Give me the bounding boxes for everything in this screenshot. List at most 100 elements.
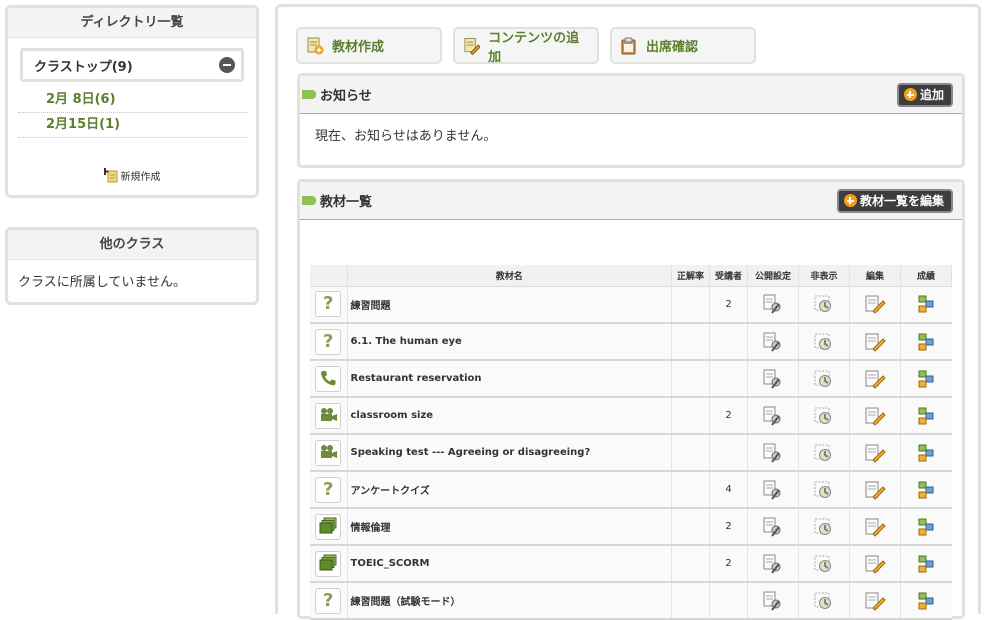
publish-settings-cell[interactable] (747, 323, 799, 361)
date-item[interactable]: 2月 8日(6) (18, 88, 248, 113)
publish-settings-cell[interactable] (747, 286, 799, 324)
material-name-link[interactable]: 練習問題 (347, 286, 672, 324)
grades-cell[interactable] (900, 508, 952, 546)
collapse-minus-icon[interactable] (219, 57, 235, 73)
grades-chart-icon[interactable] (915, 443, 937, 463)
publish-settings-icon[interactable] (762, 443, 784, 463)
hide-cell[interactable] (798, 508, 850, 546)
publish-settings-cell[interactable] (747, 471, 799, 509)
publish-settings-icon[interactable] (762, 369, 784, 389)
edit-materials-button[interactable]: 教材一覧を編集 (836, 188, 953, 213)
publish-settings-cell[interactable] (747, 434, 799, 472)
grades-chart-icon[interactable] (915, 591, 937, 611)
edit-pencil-icon[interactable] (864, 406, 886, 426)
material-name-link[interactable]: TOEIC_SCORM (347, 545, 672, 583)
publish-settings-cell[interactable] (747, 545, 799, 583)
publish-settings-icon[interactable] (762, 480, 784, 500)
edit-pencil-icon[interactable] (864, 332, 886, 352)
grades-chart-icon[interactable] (915, 480, 937, 500)
publish-settings-icon[interactable] (762, 591, 784, 611)
table-row[interactable]: ? 練習問題（試験モード） (310, 582, 952, 620)
hide-toggle-icon[interactable] (813, 369, 835, 389)
add-notice-button[interactable]: 追加 (896, 82, 953, 107)
add-content-button[interactable]: コンテンツの追加 (453, 27, 599, 65)
edit-pencil-icon[interactable] (864, 554, 886, 574)
edit-pencil-icon[interactable] (864, 294, 886, 314)
material-name-link[interactable]: 情報倫理 (347, 508, 672, 546)
edit-pencil-icon[interactable] (864, 480, 886, 500)
create-material-button[interactable]: 教材作成 (296, 27, 442, 64)
grades-chart-icon[interactable] (915, 517, 937, 537)
grades-cell[interactable] (900, 286, 952, 324)
publish-settings-icon[interactable] (762, 406, 784, 426)
grades-chart-icon[interactable] (915, 369, 937, 389)
material-name-link[interactable]: 6.1. The human eye (347, 323, 672, 361)
edit-cell[interactable] (849, 397, 901, 435)
grades-chart-icon[interactable] (915, 332, 937, 352)
edit-pencil-icon[interactable] (864, 591, 886, 611)
grades-chart-icon[interactable] (915, 406, 937, 426)
hide-toggle-icon[interactable] (813, 332, 835, 352)
hide-cell[interactable] (798, 323, 850, 361)
hide-cell[interactable] (798, 434, 850, 472)
edit-pencil-icon[interactable] (864, 369, 886, 389)
publish-settings-icon[interactable] (762, 332, 784, 352)
edit-cell[interactable] (849, 582, 901, 620)
table-row[interactable]: Restaurant reservation (310, 360, 952, 398)
grades-cell[interactable] (900, 582, 952, 620)
publish-settings-cell[interactable] (747, 397, 799, 435)
material-name-link[interactable]: Restaurant reservation (347, 360, 672, 398)
class-top-item[interactable]: クラストップ(9) (20, 48, 244, 82)
table-row[interactable]: Speaking test --- Agreeing or disagreein… (310, 434, 952, 472)
edit-cell[interactable] (849, 286, 901, 324)
hide-toggle-icon[interactable] (813, 406, 835, 426)
material-name-link[interactable]: classroom size (347, 397, 672, 435)
publish-settings-icon[interactable] (762, 554, 784, 574)
grades-cell[interactable] (900, 397, 952, 435)
table-row[interactable]: ? 6.1. The human eye (310, 323, 952, 361)
table-row[interactable]: classroom size 2 (310, 397, 952, 435)
publish-settings-cell[interactable] (747, 360, 799, 398)
hide-toggle-icon[interactable] (813, 591, 835, 611)
hide-toggle-icon[interactable] (813, 443, 835, 463)
edit-cell[interactable] (849, 471, 901, 509)
hide-cell[interactable] (798, 471, 850, 509)
edit-pencil-icon[interactable] (864, 443, 886, 463)
table-row[interactable]: ? アンケートクイズ 4 (310, 471, 952, 509)
hide-toggle-icon[interactable] (813, 554, 835, 574)
hide-cell[interactable] (798, 582, 850, 620)
publish-settings-cell[interactable] (747, 582, 799, 620)
publish-settings-icon[interactable] (762, 517, 784, 537)
grades-cell[interactable] (900, 471, 952, 509)
table-row[interactable]: ? 練習問題 2 (310, 286, 952, 324)
grades-cell[interactable] (900, 434, 952, 472)
publish-settings-cell[interactable] (747, 508, 799, 546)
table-row[interactable]: TOEIC_SCORM 2 (310, 545, 952, 583)
grades-cell[interactable] (900, 360, 952, 398)
grades-cell[interactable] (900, 323, 952, 361)
grades-chart-icon[interactable] (915, 554, 937, 574)
attendance-button[interactable]: 出席確認 (610, 27, 756, 64)
hide-cell[interactable] (798, 286, 850, 324)
new-create-link[interactable]: 新規作成 (8, 168, 256, 183)
table-row[interactable]: 情報倫理 2 (310, 508, 952, 546)
hide-toggle-icon[interactable] (813, 480, 835, 500)
edit-cell[interactable] (849, 434, 901, 472)
hide-toggle-icon[interactable] (813, 294, 835, 314)
date-item[interactable]: 2月15日(1) (18, 113, 248, 138)
edit-cell[interactable] (849, 323, 901, 361)
hide-cell[interactable] (798, 397, 850, 435)
edit-cell[interactable] (849, 360, 901, 398)
grades-chart-icon[interactable] (915, 294, 937, 314)
hide-cell[interactable] (798, 360, 850, 398)
material-name-link[interactable]: アンケートクイズ (347, 471, 672, 509)
edit-cell[interactable] (849, 545, 901, 583)
hide-toggle-icon[interactable] (813, 517, 835, 537)
edit-pencil-icon[interactable] (864, 517, 886, 537)
publish-settings-icon[interactable] (762, 294, 784, 314)
grades-cell[interactable] (900, 545, 952, 583)
hide-cell[interactable] (798, 545, 850, 583)
edit-cell[interactable] (849, 508, 901, 546)
material-name-link[interactable]: 練習問題（試験モード） (347, 582, 672, 620)
material-name-link[interactable]: Speaking test --- Agreeing or disagreein… (347, 434, 672, 472)
